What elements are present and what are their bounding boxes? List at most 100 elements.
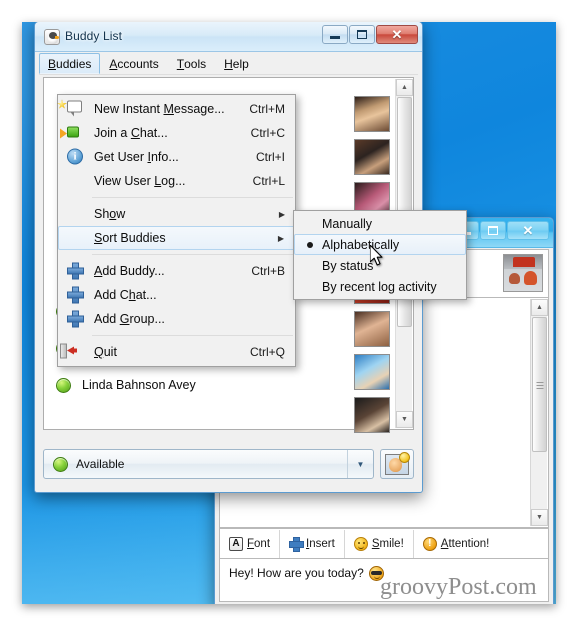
- menu-item-add-group[interactable]: Add Group...: [58, 307, 295, 331]
- insert-plus-icon: [289, 537, 305, 552]
- buddies-dropdown-menu[interactable]: New Instant Message... Ctrl+M Join a Cha…: [57, 94, 296, 367]
- buddy-scroll-up-icon[interactable]: ▲: [396, 79, 413, 96]
- close-icon: ✕: [391, 26, 403, 42]
- close-icon: ✕: [522, 222, 534, 238]
- menu-item-sort-buddies[interactable]: Sort Buddies ▶: [58, 226, 295, 250]
- buddy-list-close-button[interactable]: ✕: [376, 25, 418, 44]
- chevron-right-icon: ▶: [278, 209, 285, 219]
- menu-item-shortcut: Ctrl+B: [251, 264, 285, 278]
- submenu-item-label: Alphabetically: [322, 237, 400, 252]
- chat-scroll-thumb[interactable]: [532, 317, 547, 452]
- buddy-icon-button[interactable]: [380, 449, 414, 479]
- status-available-icon: [56, 377, 71, 393]
- menu-help[interactable]: Help: [215, 53, 258, 74]
- chevron-down-icon[interactable]: ▼: [347, 450, 373, 478]
- menu-accounts[interactable]: Accounts: [100, 53, 167, 74]
- buddy-list-titlebar[interactable]: Buddy List ✕: [35, 22, 422, 52]
- add-icon: [67, 263, 84, 280]
- submenu-item-label: Manually: [322, 216, 373, 231]
- buddy-list-maximize-button[interactable]: [349, 25, 375, 44]
- menu-separator: [92, 254, 293, 255]
- menu-tools[interactable]: Tools: [168, 53, 215, 74]
- add-icon: [67, 287, 84, 304]
- font-button-label: Font: [247, 537, 271, 550]
- buddy-list-title: Buddy List: [65, 29, 123, 43]
- smiley-icon: [353, 536, 368, 551]
- font-button[interactable]: A Font: [220, 529, 281, 558]
- add-icon: [67, 311, 84, 328]
- user-info-icon: i: [67, 148, 84, 166]
- menu-item-label: Sort Buddies: [94, 231, 166, 245]
- mouse-cursor: [370, 245, 383, 266]
- menu-buddies[interactable]: Buddies: [39, 53, 101, 74]
- chat-scroll-down-icon[interactable]: ▼: [531, 509, 548, 526]
- buddy-icon-image: [385, 451, 410, 475]
- insert-button[interactable]: Insert: [280, 529, 345, 558]
- menu-item-label: Get User Info...: [94, 150, 179, 164]
- attention-button-label: Attention!: [440, 537, 490, 550]
- menu-item-view-user-log[interactable]: View User Log... Ctrl+L: [58, 169, 295, 193]
- radio-selected-icon: [307, 241, 313, 248]
- buddy-list-menubar[interactable]: Buddies Accounts Tools Help: [39, 53, 418, 75]
- buddy-name: Linda Bahnson Avey: [82, 378, 196, 392]
- status-available-icon: [53, 456, 68, 472]
- chat-window-controls[interactable]: ✕: [453, 221, 549, 240]
- chat-scrollbar[interactable]: ▲ ▼: [530, 299, 548, 526]
- menu-separator: [92, 197, 293, 198]
- menu-item-label: Show: [94, 207, 126, 221]
- buddy-avatar: [354, 397, 390, 433]
- menu-item-shortcut: Ctrl+I: [255, 150, 285, 164]
- status-dropdown-value: Available: [76, 457, 125, 471]
- desktop-background: ✕ ▲ ▼ A Font Insert Smile! ! Attention! …: [22, 22, 556, 604]
- menu-item-add-buddy[interactable]: Add Buddy... Ctrl+B: [58, 259, 295, 283]
- buddy-avatar: [354, 96, 390, 132]
- menu-item-label: View User Log...: [94, 174, 186, 188]
- buddy-scroll-down-icon[interactable]: ▼: [396, 411, 413, 428]
- attention-icon: !: [422, 536, 437, 551]
- menu-item-label: New Instant Message...: [94, 102, 225, 116]
- buddy-list-statusbar[interactable]: Available ▼: [43, 448, 414, 480]
- quit-icon: [60, 343, 84, 361]
- menu-item-label: Add Group...: [94, 312, 165, 326]
- menu-separator: [92, 335, 293, 336]
- menu-item-show[interactable]: Show ▶: [58, 202, 295, 226]
- buddy-list-window-controls[interactable]: ✕: [322, 25, 418, 44]
- buddy-list-minimize-button[interactable]: [322, 25, 348, 44]
- contact-photo: [503, 254, 543, 292]
- submenu-item-label: By recent log activity: [322, 279, 437, 294]
- smile-button[interactable]: Smile!: [345, 529, 414, 558]
- menu-item-get-user-info[interactable]: i Get User Info... Ctrl+I: [58, 145, 295, 169]
- menu-item-shortcut: Ctrl+Q: [249, 345, 285, 359]
- menu-item-quit[interactable]: Quit Ctrl+Q: [58, 340, 295, 364]
- insert-button-label: Insert: [306, 537, 335, 550]
- list-item[interactable]: Linda Bahnson Avey: [44, 368, 413, 402]
- font-icon: A: [229, 536, 243, 551]
- chat-format-toolbar[interactable]: A Font Insert Smile! ! Attention!: [219, 528, 549, 558]
- join-chat-icon: [60, 125, 84, 142]
- submenu-item-manually[interactable]: Manually: [294, 213, 466, 234]
- menu-item-shortcut: Ctrl+M: [249, 102, 285, 116]
- menu-item-add-chat[interactable]: Add Chat...: [58, 283, 295, 307]
- buddy-bird-icon: [44, 29, 60, 45]
- menu-item-label: Join a Chat...: [94, 126, 168, 140]
- menu-item-join-a-chat[interactable]: Join a Chat... Ctrl+C: [58, 121, 295, 145]
- menu-item-label: Add Chat...: [94, 288, 157, 302]
- new-message-icon: [57, 99, 84, 118]
- chevron-right-icon: ▶: [277, 233, 284, 243]
- submenu-item-by-recent-log-activity[interactable]: By recent log activity: [294, 276, 466, 297]
- menu-item-shortcut: Ctrl+L: [252, 174, 285, 188]
- message-input-text: Hey! How are you today?: [229, 566, 364, 580]
- menu-item-new-instant-message[interactable]: New Instant Message... Ctrl+M: [57, 97, 295, 121]
- status-dropdown[interactable]: Available ▼: [43, 449, 374, 479]
- chat-maximize-button[interactable]: [480, 221, 506, 240]
- buddy-avatar: [354, 139, 390, 175]
- submenu-item-label: By status: [322, 258, 374, 273]
- menu-item-label: Quit: [94, 345, 117, 359]
- chat-close-button[interactable]: ✕: [507, 221, 549, 240]
- chat-scroll-up-icon[interactable]: ▲: [531, 299, 548, 316]
- menu-item-shortcut: Ctrl+C: [250, 126, 285, 140]
- smile-button-label: Smile!: [371, 537, 404, 550]
- attention-button[interactable]: ! Attention!: [414, 530, 499, 558]
- menu-item-label: Add Buddy...: [94, 264, 165, 278]
- watermark: groovyPost.com: [380, 574, 537, 600]
